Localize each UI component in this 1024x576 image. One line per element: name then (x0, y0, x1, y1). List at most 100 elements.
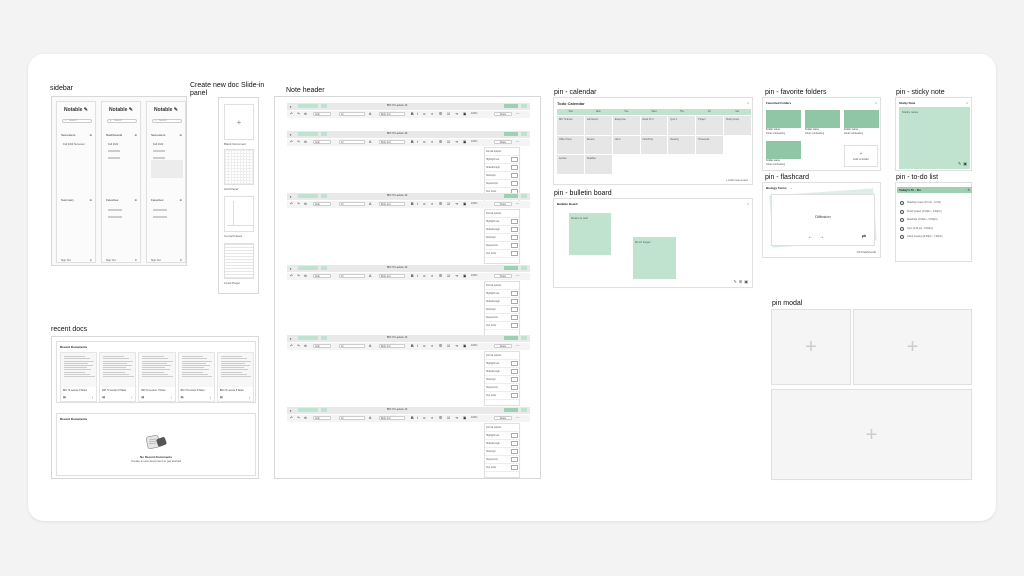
more-icon[interactable]: ⋮ (91, 395, 94, 399)
trash-icon[interactable]: ▣ (963, 161, 967, 166)
more-icon[interactable]: ⋮ (130, 395, 133, 399)
print-icon[interactable]: ⊖ (304, 112, 307, 116)
font-select[interactable]: Arial (313, 112, 331, 116)
arrow-left-icon[interactable]: ← (808, 234, 813, 240)
calendar-event[interactable]: Read Ch 4 (643, 118, 654, 122)
cornell-notes-option[interactable] (224, 196, 254, 232)
size-select[interactable]: 12 (339, 274, 365, 278)
recent-doc-card[interactable]: BIO 72 Lecture 5 Notes ▤ ⋮ (216, 352, 255, 402)
option-toggle[interactable] (511, 227, 518, 232)
settings-icon[interactable]: ⚙ (135, 259, 137, 263)
pin-modal-slot-1[interactable]: + (771, 309, 851, 385)
calendar-event[interactable]: Project (698, 118, 705, 122)
indent-icon[interactable]: ⇥ (455, 140, 458, 144)
bold-icon[interactable]: B (411, 202, 414, 206)
calendar-event[interactable]: Lab 3 (615, 138, 621, 142)
avatar[interactable] (521, 266, 527, 270)
italic-icon[interactable]: I (417, 274, 418, 278)
image-icon[interactable]: ▣ (463, 140, 466, 144)
zoom-level[interactable]: 100% (471, 140, 477, 144)
list-icon[interactable]: ☰ (439, 140, 442, 144)
menu-icon[interactable]: ▪ (290, 194, 291, 199)
calendar-cell[interactable]: Study Group (724, 116, 751, 135)
style-select[interactable]: Body text (379, 112, 405, 116)
option-toggle[interactable] (511, 465, 518, 470)
share-button[interactable] (504, 132, 518, 136)
option-toggle[interactable] (511, 315, 518, 320)
calendar-event[interactable]: Essay Due (615, 118, 626, 122)
share-label[interactable]: Share (494, 112, 512, 116)
dropdown-option[interactable]: Strikethrough (486, 300, 500, 304)
tag-chip[interactable] (321, 104, 327, 108)
dropdown-option[interactable]: Text Color (486, 324, 496, 328)
dropdown-option[interactable]: Highlight text (486, 434, 499, 438)
flip-icon[interactable]: ⇄ (862, 234, 866, 240)
text-color-icon[interactable]: A (369, 274, 371, 278)
font-select[interactable]: Arial (313, 274, 331, 278)
calendar-add-event[interactable]: + Add new event (726, 178, 748, 182)
avatar[interactable] (521, 194, 527, 198)
calendar-event[interactable]: Quiz 2 (670, 118, 677, 122)
calendar-cell[interactable]: Office Hours (557, 135, 584, 155)
dropdown-option[interactable]: Superscript (486, 244, 498, 248)
zoom-level[interactable]: 100% (471, 416, 477, 420)
calendar-cell[interactable]: BIO 72 Exam (557, 116, 584, 135)
more-icon[interactable]: ⋯ (516, 112, 520, 116)
sign-out-link[interactable]: Sign Out (151, 259, 161, 263)
redo-icon[interactable]: ↷ (297, 344, 300, 348)
option-toggle[interactable] (511, 433, 518, 438)
sign-out-link[interactable]: Sign Out (106, 259, 116, 263)
image-icon[interactable]: ▣ (463, 202, 466, 206)
link-icon[interactable]: ∞ (423, 344, 426, 348)
calendar-cell[interactable] (612, 155, 640, 174)
undo-icon[interactable]: ↶ (290, 416, 293, 420)
size-select[interactable]: 12 (339, 344, 365, 348)
calendar-event[interactable]: Office Hours (559, 138, 572, 142)
checklist-icon[interactable]: ☑ (447, 140, 450, 144)
folder-card[interactable]: Folder name Folder subheading (766, 110, 801, 138)
checklist-icon[interactable]: ☑ (447, 112, 450, 116)
calendar-close-icon[interactable]: × (747, 101, 749, 105)
sidebar-item[interactable]: Fall 2022 (108, 143, 118, 147)
calendar-cell[interactable]: Read Ch 4 (640, 116, 668, 135)
indent-icon[interactable]: ⇥ (455, 416, 458, 420)
add-icon[interactable]: ⊕ (179, 133, 182, 137)
option-toggle[interactable] (511, 157, 518, 162)
size-select[interactable]: 12 (339, 416, 365, 420)
add-icon[interactable]: ⊕ (134, 133, 137, 137)
zoom-level[interactable]: 100% (471, 112, 477, 116)
doc-title[interactable]: BIO 72 Lecture 10 (387, 104, 407, 108)
dropdown-option[interactable]: Subscript (486, 236, 496, 240)
redo-icon[interactable]: ↷ (297, 416, 300, 420)
redo-icon[interactable]: ↷ (297, 274, 300, 278)
folder-card[interactable]: Folder name Folder subheading (805, 110, 840, 138)
checklist-icon[interactable]: ☑ (447, 274, 450, 278)
list-icon[interactable]: ☰ (439, 274, 442, 278)
dropdown-option[interactable]: Strikethrough (486, 370, 500, 374)
option-toggle[interactable] (511, 385, 518, 390)
link-icon[interactable]: ∞ (423, 140, 426, 144)
sign-out-link[interactable]: Sign Out (61, 259, 71, 263)
bulletin-note-2[interactable]: Don't forget (633, 237, 676, 279)
undo-icon[interactable]: ↶ (290, 112, 293, 116)
format-dropdown[interactable]: Format options Highlight text Strikethroug… (484, 281, 520, 336)
calendar-event[interactable]: Meeting (670, 138, 678, 142)
pin-modal-slot-3[interactable]: + (771, 389, 972, 480)
avatar[interactable] (521, 336, 527, 340)
align-icon[interactable]: ≡ (431, 140, 433, 144)
option-toggle[interactable] (511, 165, 518, 170)
italic-icon[interactable]: I (417, 140, 418, 144)
share-button[interactable] (504, 408, 518, 412)
share-label[interactable]: Share (494, 140, 512, 144)
breadcrumb-tag[interactable] (298, 408, 318, 412)
link-icon[interactable]: ∞ (423, 112, 426, 116)
print-icon[interactable]: ⊖ (304, 202, 307, 206)
font-select[interactable]: Arial (313, 202, 331, 206)
calendar-event[interactable]: Final Prep (643, 138, 653, 142)
format-dropdown[interactable]: Format options Highlight text Strikethroug… (484, 423, 520, 478)
option-toggle[interactable] (511, 361, 518, 366)
dropdown-option[interactable]: Superscript (486, 386, 498, 390)
zoom-level[interactable]: 100% (471, 274, 477, 278)
doc-title[interactable]: BIO 72 Lecture 10 (387, 132, 407, 136)
avatar[interactable] (521, 408, 527, 412)
